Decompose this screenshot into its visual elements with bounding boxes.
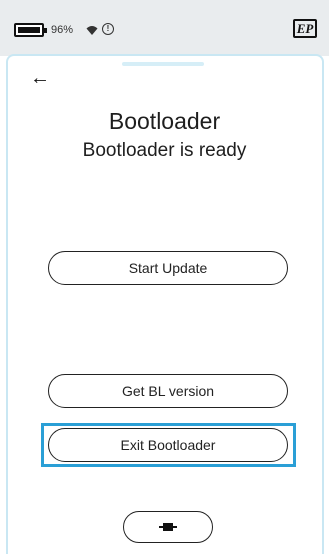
connect-button[interactable]: [123, 511, 213, 543]
battery-percent: 96%: [51, 24, 74, 36]
exit-bootloader-button[interactable]: Exit Bootloader: [48, 428, 288, 462]
start-update-button[interactable]: Start Update: [48, 251, 288, 285]
get-bl-version-button[interactable]: Get BL version: [48, 374, 288, 408]
alert-circle-icon: !: [102, 23, 114, 35]
back-arrow-icon[interactable]: ←: [30, 68, 50, 88]
page-title: Bootloader: [108, 108, 221, 134]
status-text: Bootloader is ready: [82, 140, 247, 161]
drag-handle[interactable]: [122, 62, 204, 66]
battery-icon: [14, 23, 47, 37]
status-bar: 96% ! EP: [0, 0, 329, 56]
app-logo: EP: [293, 19, 317, 38]
wifi-icon: [86, 26, 98, 35]
connector-icon: [159, 523, 177, 531]
